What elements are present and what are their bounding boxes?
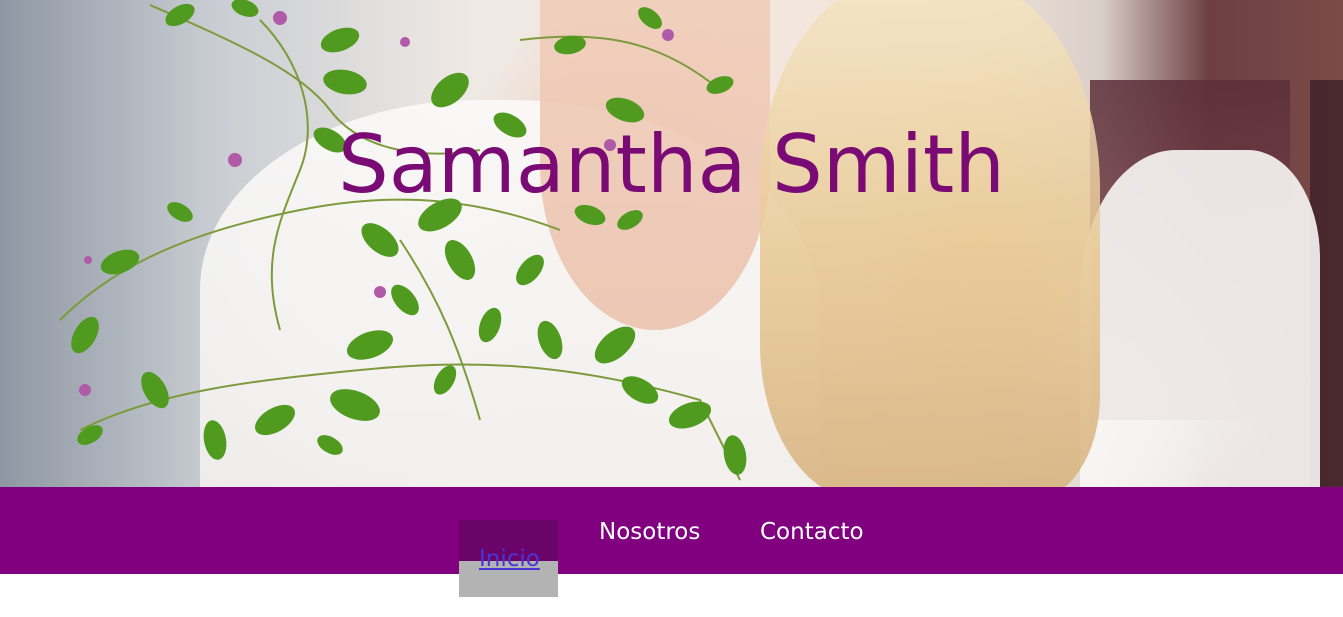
nav-link-nosotros[interactable]: Nosotros: [599, 517, 700, 547]
nav-link-contacto[interactable]: Contacto: [760, 517, 864, 547]
nav-item-inicio[interactable]: Inicio: [459, 520, 558, 597]
main-nav: Inicio Nosotros Contacto: [0, 487, 1343, 597]
photo-hair: [760, 0, 1100, 487]
hero-banner: Samantha Smith: [0, 0, 1343, 487]
nav-link-inicio[interactable]: Inicio: [479, 544, 540, 574]
vine-decoration: [59, 0, 747, 481]
page-title: Samantha Smith: [338, 118, 1005, 211]
